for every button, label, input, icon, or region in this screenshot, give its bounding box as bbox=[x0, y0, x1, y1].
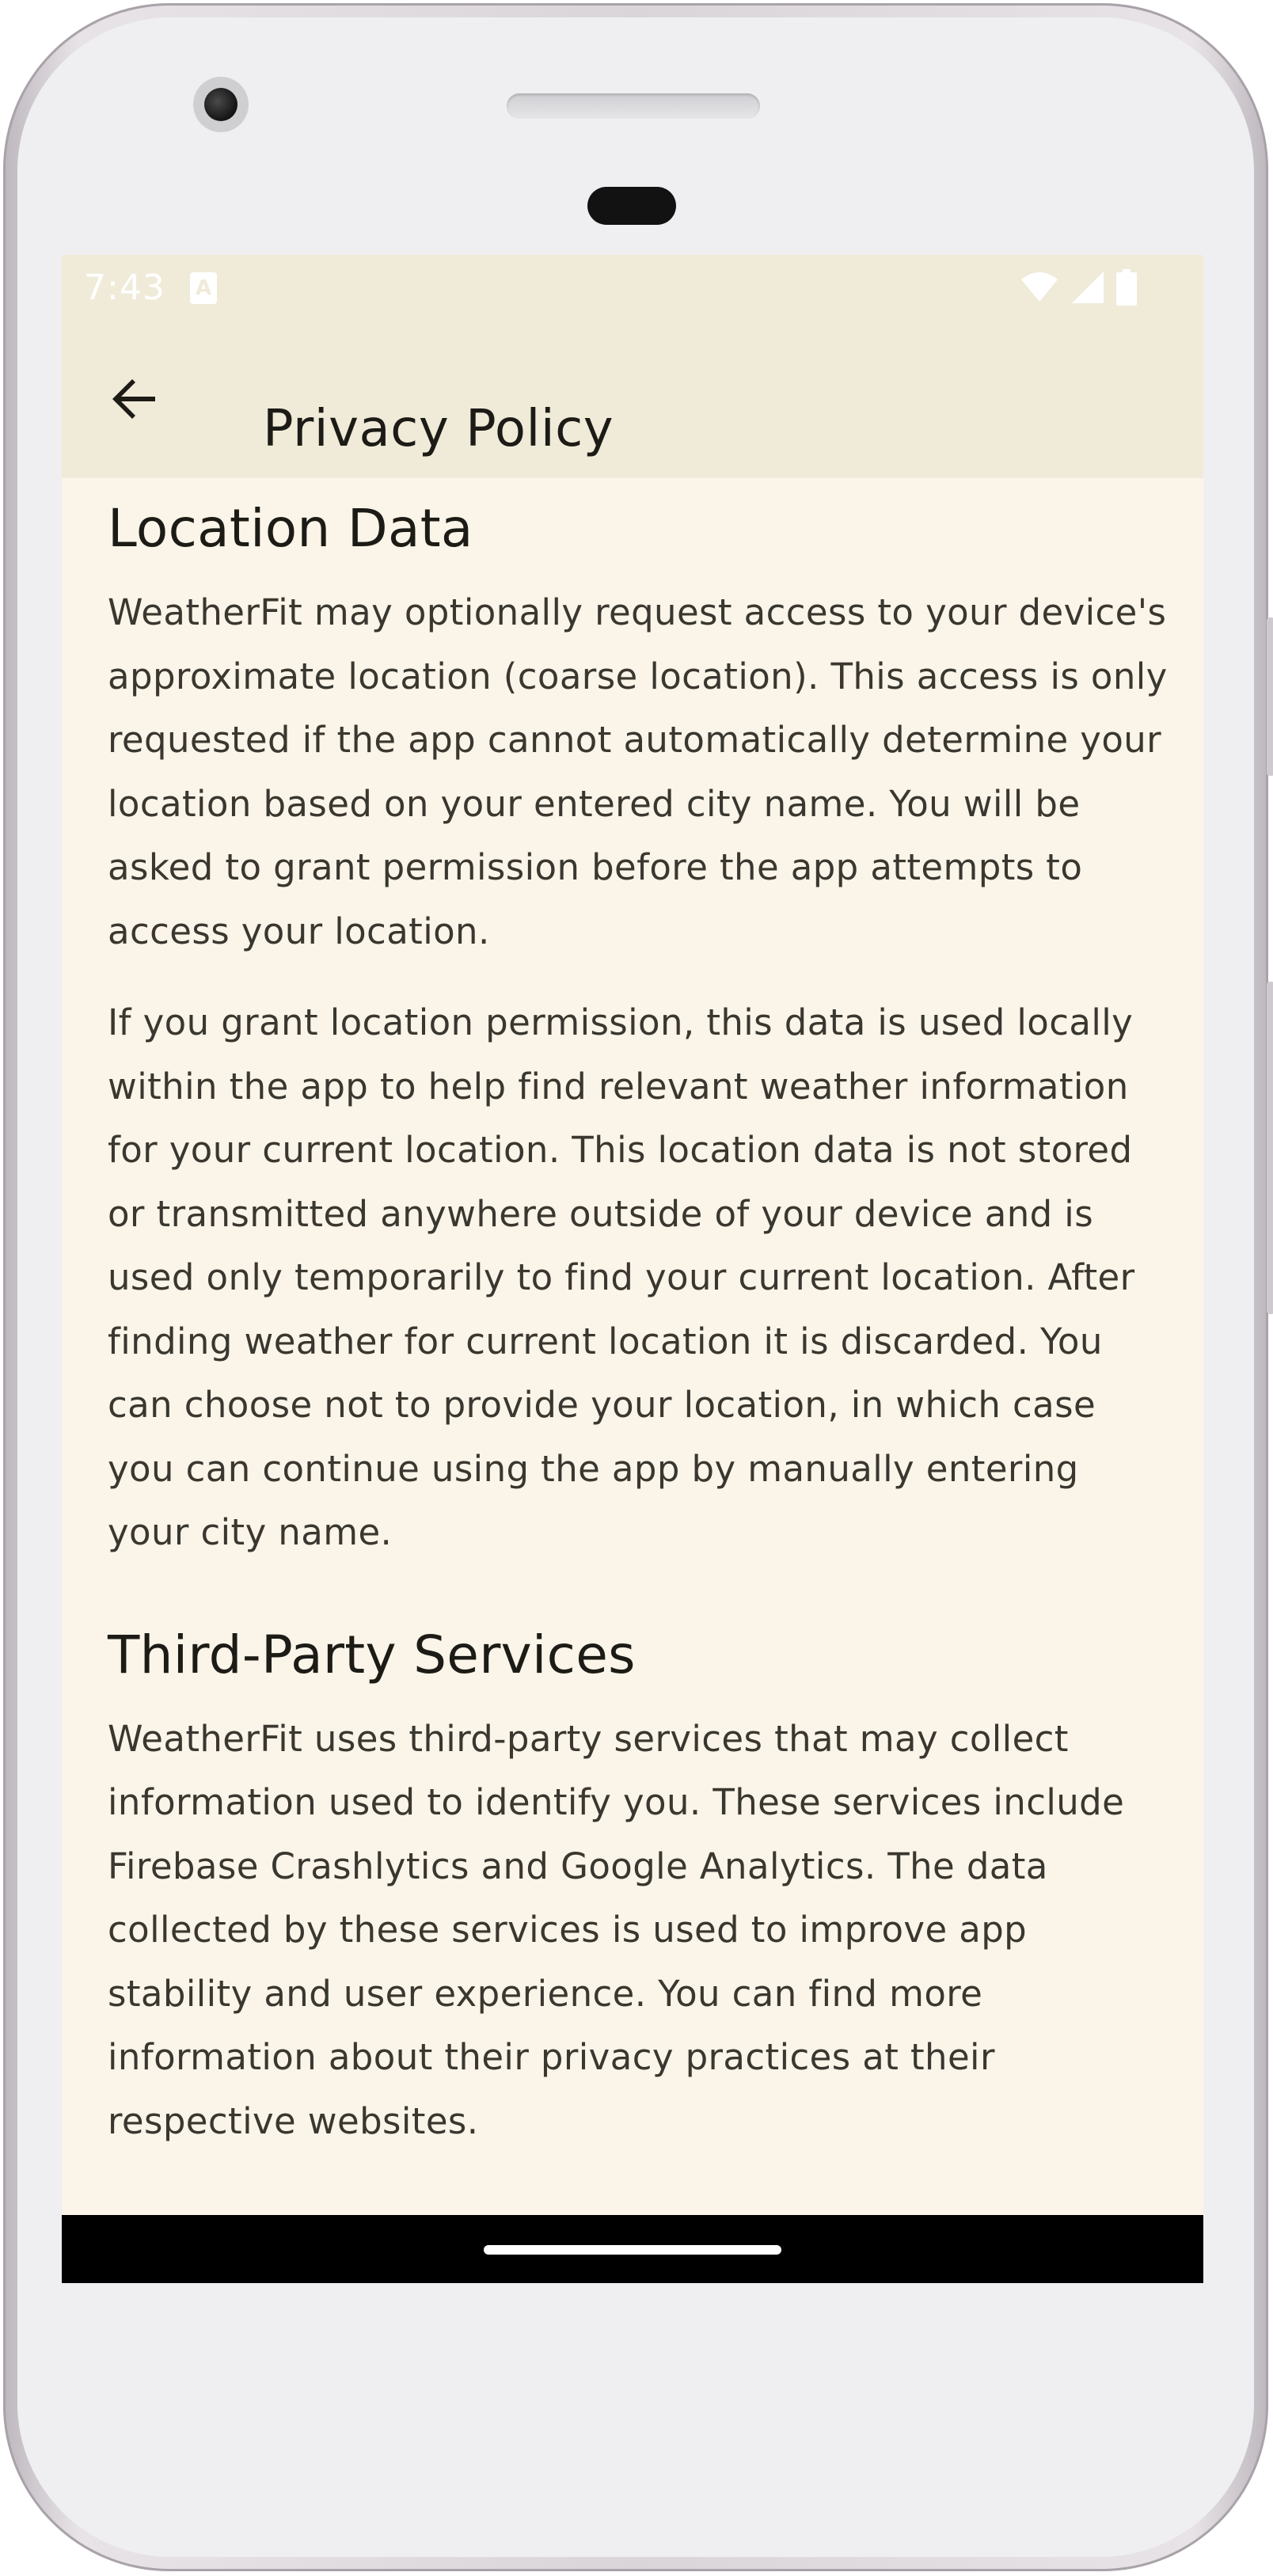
front-camera bbox=[193, 77, 249, 132]
top-app-bar: Privacy Policy bbox=[62, 321, 1203, 478]
notification-icon: A bbox=[190, 272, 217, 304]
power-button bbox=[1267, 617, 1273, 776]
battery-icon bbox=[1116, 268, 1137, 310]
section-heading-location: Location Data bbox=[108, 498, 473, 559]
section-heading-third-party: Third-Party Services bbox=[108, 1624, 636, 1685]
status-icons bbox=[1020, 268, 1137, 310]
paragraph-location-1: WeatherFit may optionally request access… bbox=[108, 591, 1168, 952]
home-gesture-pill[interactable] bbox=[484, 2245, 781, 2255]
signal-icon bbox=[1070, 270, 1105, 309]
status-bar: 7:43 A bbox=[62, 255, 1203, 321]
volume-button bbox=[1267, 982, 1273, 1314]
proximity-sensor bbox=[587, 187, 676, 225]
paragraph-third-party-1: WeatherFit uses third-party services tha… bbox=[108, 1717, 1125, 2142]
back-button[interactable] bbox=[103, 369, 166, 432]
paragraph-location-2: If you grant location permission, this d… bbox=[108, 1001, 1135, 1553]
earpiece-speaker bbox=[507, 93, 760, 119]
wifi-icon bbox=[1020, 272, 1059, 307]
system-nav-bar bbox=[62, 2215, 1203, 2283]
arrow-back-icon bbox=[109, 374, 160, 428]
status-time: 7:43 bbox=[84, 268, 165, 308]
app-screen: 7:43 A Privacy Policy Location Data Weat… bbox=[62, 255, 1203, 2283]
privacy-content[interactable]: Location Data WeatherFit may optionally … bbox=[108, 478, 1168, 2153]
device-mockup: 7:43 A Privacy Policy Location Data Weat… bbox=[0, 0, 1273, 2576]
page-title: Privacy Policy bbox=[263, 399, 614, 458]
